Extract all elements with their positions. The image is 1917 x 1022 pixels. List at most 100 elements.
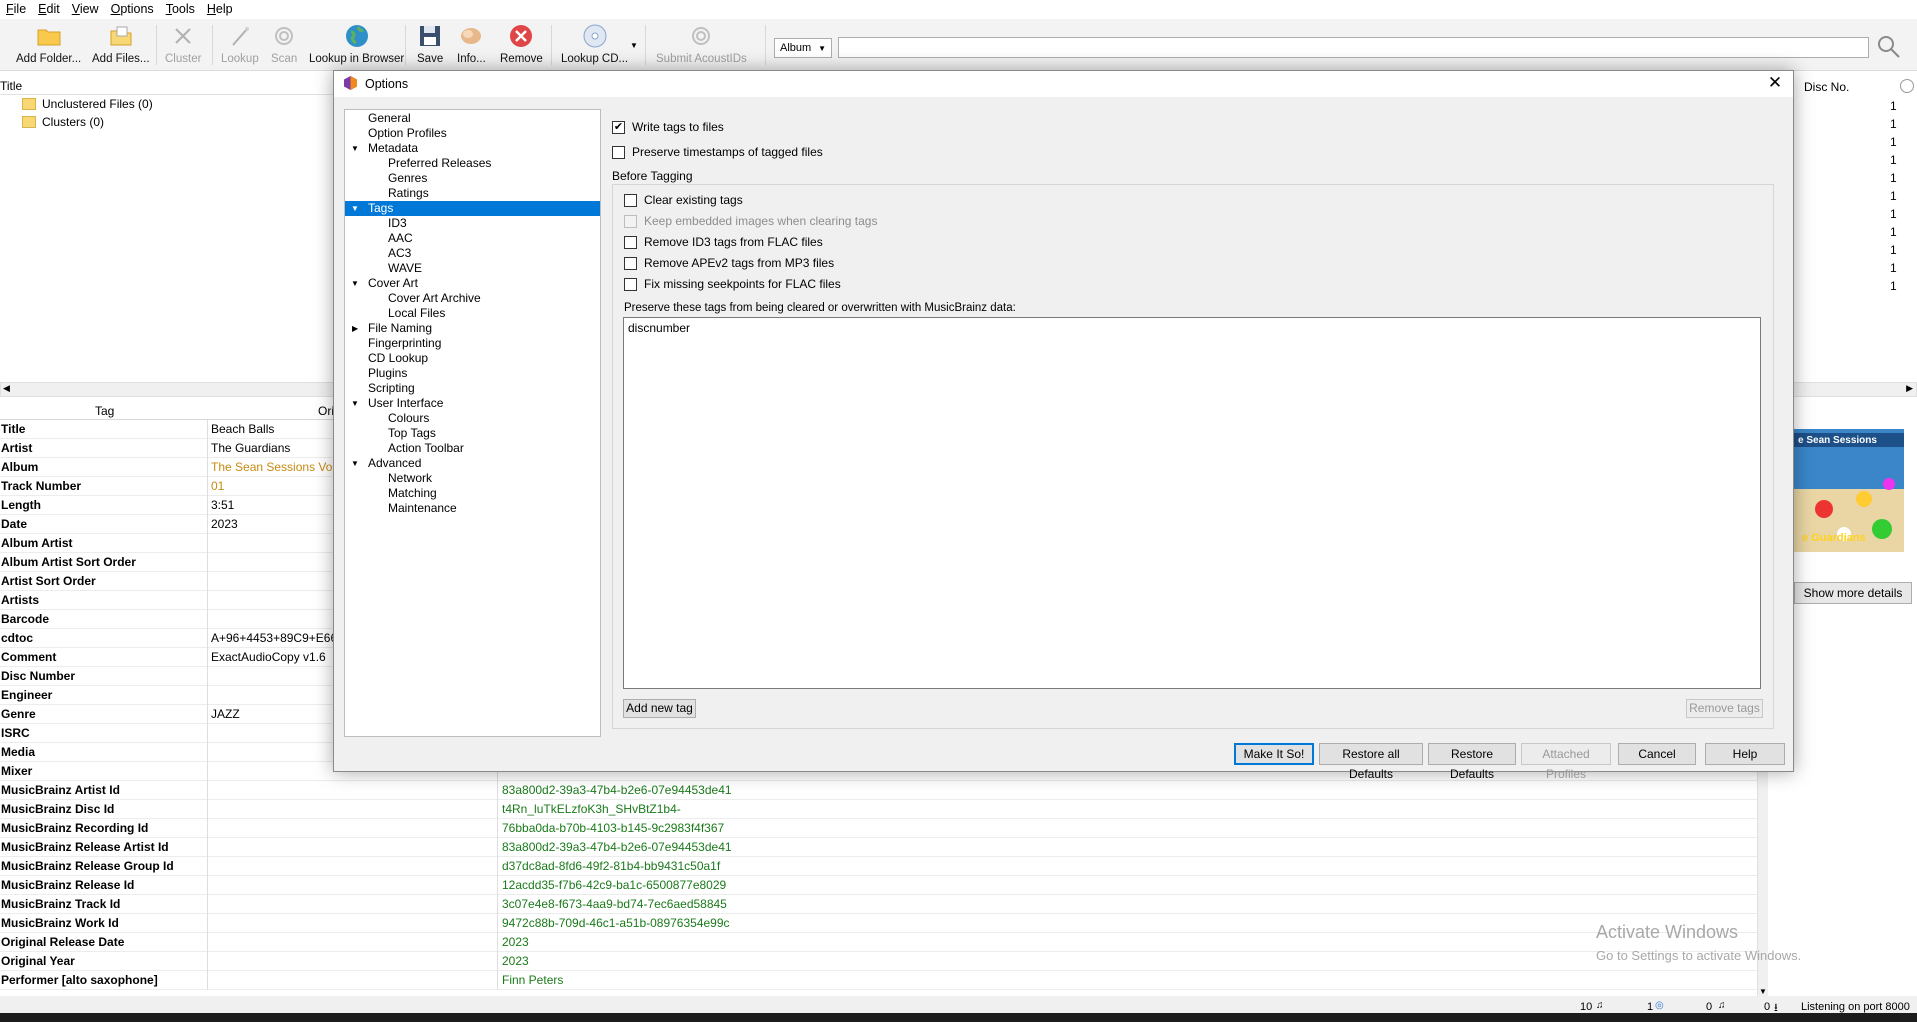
- make-it-so-button[interactable]: Make It So!: [1234, 743, 1314, 765]
- scroll-right-icon[interactable]: ▶: [1906, 383, 1913, 394]
- nav-item-general[interactable]: General: [345, 111, 600, 126]
- restore-defaults-button[interactable]: Restore Defaults: [1428, 743, 1516, 781]
- nav-item-metadata[interactable]: ▼ Metadata: [345, 141, 600, 156]
- original-value-cell[interactable]: [211, 895, 498, 914]
- original-value-cell[interactable]: [211, 914, 498, 933]
- scroll-left-icon[interactable]: ◀: [3, 383, 10, 394]
- save-button[interactable]: Save: [417, 23, 443, 65]
- search-type-select[interactable]: Album ▼: [774, 38, 832, 58]
- help-button[interactable]: Help: [1705, 743, 1785, 765]
- nav-item-scripting[interactable]: Scripting: [345, 381, 600, 396]
- metadata-row[interactable]: MusicBrainz Release Id 12acdd35-f7b6-42c9…: [0, 876, 1757, 895]
- remove-id3-flac-checkbox[interactable]: Remove ID3 tags from FLAC files: [624, 235, 823, 249]
- menu-help[interactable]: Help: [201, 0, 239, 19]
- lookup-button[interactable]: Lookup: [221, 23, 259, 65]
- lookup-cd-dropdown-icon[interactable]: ▼: [630, 41, 638, 50]
- keep-images-checkbox[interactable]: Keep embedded images when clearing tags: [624, 214, 877, 228]
- metadata-row[interactable]: Performer [alto saxophone] Finn Peters: [0, 971, 1757, 990]
- menu-view[interactable]: View: [66, 0, 105, 19]
- metadata-row[interactable]: MusicBrainz Work Id 9472c88b-709d-46c1-a5…: [0, 914, 1757, 933]
- preserve-timestamps-checkbox[interactable]: Preserve timestamps of tagged files: [612, 145, 823, 159]
- new-value-cell[interactable]: d37dc8ad-8fd6-49f2-81b4-bb9431c50a1f: [502, 857, 1202, 876]
- add-folder-button[interactable]: Add Folder...: [16, 23, 81, 65]
- nav-item-ac3[interactable]: AC3: [345, 246, 600, 261]
- restore-all-defaults-button[interactable]: Restore all Defaults: [1319, 743, 1423, 781]
- nav-item-tags[interactable]: ▼ Tags: [345, 201, 600, 216]
- original-value-cell[interactable]: [211, 857, 498, 876]
- nav-item-advanced[interactable]: ▼ Advanced: [345, 456, 600, 471]
- info-button[interactable]: Info...: [457, 23, 486, 65]
- cover-art-image[interactable]: e Sean Sessions e Guardians: [1794, 429, 1904, 552]
- chevron-right-icon[interactable]: ▶: [352, 321, 358, 336]
- menu-tools[interactable]: Tools: [160, 0, 201, 19]
- new-value-cell[interactable]: 83a800d2-39a3-47b4-b2e6-07e94453de41: [502, 838, 1202, 857]
- new-value-cell[interactable]: 76bba0da-b70b-4103-b145-9c2983f4f367: [502, 819, 1202, 838]
- new-value-cell[interactable]: 12acdd35-f7b6-42c9-ba1c-6500877e8029: [502, 876, 1202, 895]
- nav-item-wave[interactable]: WAVE: [345, 261, 600, 276]
- metadata-row[interactable]: MusicBrainz Recording Id 76bba0da-b70b-41…: [0, 819, 1757, 838]
- search-input[interactable]: [838, 37, 1869, 58]
- new-value-cell[interactable]: 9472c88b-709d-46c1-a51b-08976354e99c: [502, 914, 1202, 933]
- new-value-cell[interactable]: 83a800d2-39a3-47b4-b2e6-07e94453de41: [502, 781, 1202, 800]
- nav-item-cover-art-archive[interactable]: Cover Art Archive: [345, 291, 600, 306]
- write-tags-checkbox[interactable]: ✔ Write tags to files: [612, 120, 724, 134]
- scan-button[interactable]: Scan: [271, 23, 297, 65]
- nav-item-id3[interactable]: ID3: [345, 216, 600, 231]
- original-value-cell[interactable]: [211, 933, 498, 952]
- right-horizontal-scrollbar[interactable]: ▶: [1790, 382, 1917, 397]
- nav-item-maintenance[interactable]: Maintenance: [345, 501, 600, 516]
- add-files-button[interactable]: Add Files...: [92, 23, 150, 65]
- metadata-row[interactable]: MusicBrainz Release Group Id d37dc8ad-8fd…: [0, 857, 1757, 876]
- nav-item-top-tags[interactable]: Top Tags: [345, 426, 600, 441]
- remove-apev2-checkbox[interactable]: Remove APEv2 tags from MP3 files: [624, 256, 834, 270]
- metadata-row[interactable]: Original Year 2023: [0, 952, 1757, 971]
- nav-item-matching[interactable]: Matching: [345, 486, 600, 501]
- nav-item-cd-lookup[interactable]: CD Lookup: [345, 351, 600, 366]
- nav-item-ratings[interactable]: Ratings: [345, 186, 600, 201]
- original-value-cell[interactable]: [211, 800, 498, 819]
- chevron-down-icon[interactable]: ▼: [351, 276, 359, 291]
- menu-edit[interactable]: Edit: [32, 0, 66, 19]
- close-icon[interactable]: ✕: [1765, 73, 1785, 93]
- metadata-row[interactable]: Original Release Date 2023: [0, 933, 1757, 952]
- cluster-button[interactable]: Cluster: [165, 23, 201, 65]
- original-value-cell[interactable]: [211, 819, 498, 838]
- disc-number-header[interactable]: Disc No.: [1794, 79, 1894, 95]
- nav-item-network[interactable]: Network: [345, 471, 600, 486]
- column-settings-icon[interactable]: [1900, 79, 1914, 93]
- clear-existing-checkbox[interactable]: Clear existing tags: [624, 193, 743, 207]
- metadata-row[interactable]: MusicBrainz Disc Id t4Rn_luTkELzfoK3h_SHv…: [0, 800, 1757, 819]
- lookup-in-browser-button[interactable]: Lookup in Browser: [309, 23, 404, 65]
- tree-item-unclustered[interactable]: Unclustered Files (0): [22, 97, 153, 111]
- nav-item-genres[interactable]: Genres: [345, 171, 600, 186]
- attached-profiles-button[interactable]: Attached Profiles: [1521, 743, 1611, 781]
- nav-item-file-naming[interactable]: ▶ File Naming: [345, 321, 600, 336]
- search-icon[interactable]: [1876, 34, 1902, 60]
- original-column-header[interactable]: Ori: [318, 404, 334, 418]
- show-more-details-button[interactable]: Show more details: [1794, 582, 1912, 604]
- chevron-down-icon[interactable]: ▼: [351, 201, 359, 216]
- remove-tags-button[interactable]: Remove tags: [1686, 699, 1763, 718]
- original-value-cell[interactable]: [211, 781, 498, 800]
- lookup-cd-button[interactable]: Lookup CD...: [561, 23, 628, 65]
- menu-file[interactable]: File: [0, 0, 32, 19]
- tag-column-header[interactable]: Tag: [95, 404, 114, 418]
- nav-item-local-files[interactable]: Local Files: [345, 306, 600, 321]
- new-value-cell[interactable]: t4Rn_luTkELzfoK3h_SHvBtZ1b4-: [502, 800, 1202, 819]
- scroll-down-icon[interactable]: ▼: [1759, 987, 1767, 996]
- nav-item-plugins[interactable]: Plugins: [345, 366, 600, 381]
- menu-options[interactable]: Options: [105, 0, 160, 19]
- chevron-down-icon[interactable]: ▼: [351, 396, 359, 411]
- nav-item-colours[interactable]: Colours: [345, 411, 600, 426]
- new-value-cell[interactable]: 2023: [502, 952, 1202, 971]
- original-value-cell[interactable]: [211, 838, 498, 857]
- nav-item-cover-art[interactable]: ▼ Cover Art: [345, 276, 600, 291]
- remove-button[interactable]: Remove: [500, 23, 543, 65]
- cancel-button[interactable]: Cancel: [1618, 743, 1696, 765]
- new-value-cell[interactable]: 2023: [502, 933, 1202, 952]
- nav-item-preferred-releases[interactable]: Preferred Releases: [345, 156, 600, 171]
- metadata-row[interactable]: MusicBrainz Release Artist Id 83a800d2-39…: [0, 838, 1757, 857]
- chevron-down-icon[interactable]: ▼: [351, 456, 359, 471]
- preserve-tags-textarea[interactable]: discnumber: [623, 317, 1761, 689]
- nav-item-option-profiles[interactable]: Option Profiles: [345, 126, 600, 141]
